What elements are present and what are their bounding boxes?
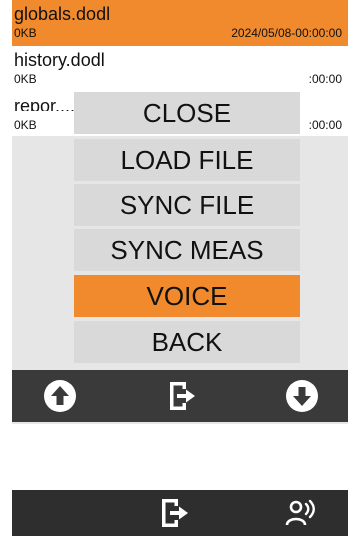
file-date: :00:00 bbox=[308, 72, 342, 86]
file-import-icon[interactable] bbox=[164, 378, 200, 414]
voice-icon[interactable] bbox=[284, 496, 318, 530]
file-name: globals.dodl bbox=[14, 4, 111, 24]
close-button[interactable]: CLOSE bbox=[74, 92, 300, 134]
load-file-button[interactable]: LOAD FILE bbox=[74, 139, 300, 181]
file-date: :00:00 bbox=[308, 118, 342, 132]
bottom-toolbar bbox=[12, 490, 348, 536]
back-button[interactable]: BACK bbox=[74, 321, 300, 363]
file-name: repor..... bbox=[14, 96, 81, 116]
arrow-down-circle-icon[interactable] bbox=[284, 378, 320, 414]
file-row[interactable]: history.dodl 0KB :00:00 bbox=[12, 46, 348, 92]
file-row-selected[interactable]: globals.dodl 0KB 2024/05/08-00:00:00 bbox=[12, 0, 348, 46]
file-size: 0KB bbox=[14, 26, 37, 40]
sync-meas-button[interactable]: SYNC MEAS bbox=[74, 229, 300, 271]
navigation-bar bbox=[12, 370, 348, 422]
file-size: 0KB bbox=[14, 118, 37, 132]
file-date: 2024/05/08-00:00:00 bbox=[231, 26, 342, 40]
device-screen: globals.dodl 0KB 2024/05/08-00:00:00 his… bbox=[12, 0, 348, 424]
file-name: history.dodl bbox=[14, 50, 105, 70]
file-size: 0KB bbox=[14, 72, 37, 86]
voice-button[interactable]: VOICE bbox=[74, 275, 300, 317]
sync-file-button[interactable]: SYNC FILE bbox=[74, 184, 300, 226]
exit-icon[interactable] bbox=[158, 496, 192, 530]
arrow-up-circle-icon[interactable] bbox=[42, 378, 78, 414]
